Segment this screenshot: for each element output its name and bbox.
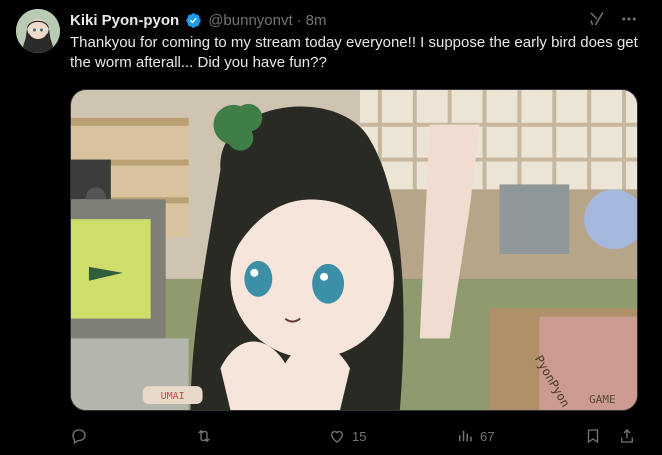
tweet-header: Kiki Pyon-pyon @bunnyonvt · 8m — [70, 10, 326, 30]
separator-dot: · — [296, 11, 302, 29]
share-icon — [621, 429, 633, 443]
tweet-card[interactable]: Kiki Pyon-pyon @bunnyonvt · 8m Thankyou … — [0, 0, 662, 455]
share-button[interactable] — [618, 419, 636, 453]
like-count: 15 — [352, 428, 367, 444]
views-button[interactable]: 67 — [456, 419, 494, 453]
grok-icon[interactable] — [586, 8, 608, 30]
like-button[interactable]: 15 — [328, 419, 366, 453]
views-icon — [459, 430, 472, 442]
timestamp[interactable]: 8m — [306, 12, 327, 29]
like-icon — [331, 430, 343, 443]
verified-badge-icon[interactable] — [185, 12, 202, 29]
retweet-icon — [198, 429, 210, 443]
more-icon[interactable] — [618, 8, 640, 30]
bookmark-button[interactable] — [584, 419, 602, 453]
retweet-button[interactable] — [195, 419, 219, 453]
reply-icon — [72, 429, 86, 444]
handle[interactable]: @bunnyonvt — [208, 12, 292, 29]
avatar[interactable] — [16, 9, 60, 53]
views-count: 67 — [480, 428, 495, 444]
tweet-actions: 15 67 — [70, 419, 642, 453]
reply-button[interactable] — [70, 419, 94, 453]
tweet-text: Thankyou for coming to my stream today e… — [70, 34, 638, 71]
game-box-label: GAME — [589, 393, 615, 406]
tweet-image[interactable]: UMAI PyonPyon GAME — [70, 89, 638, 411]
bookmark-icon — [587, 429, 599, 444]
display-name[interactable]: Kiki Pyon-pyon — [70, 12, 179, 29]
umai-sign: UMAI — [161, 391, 185, 402]
